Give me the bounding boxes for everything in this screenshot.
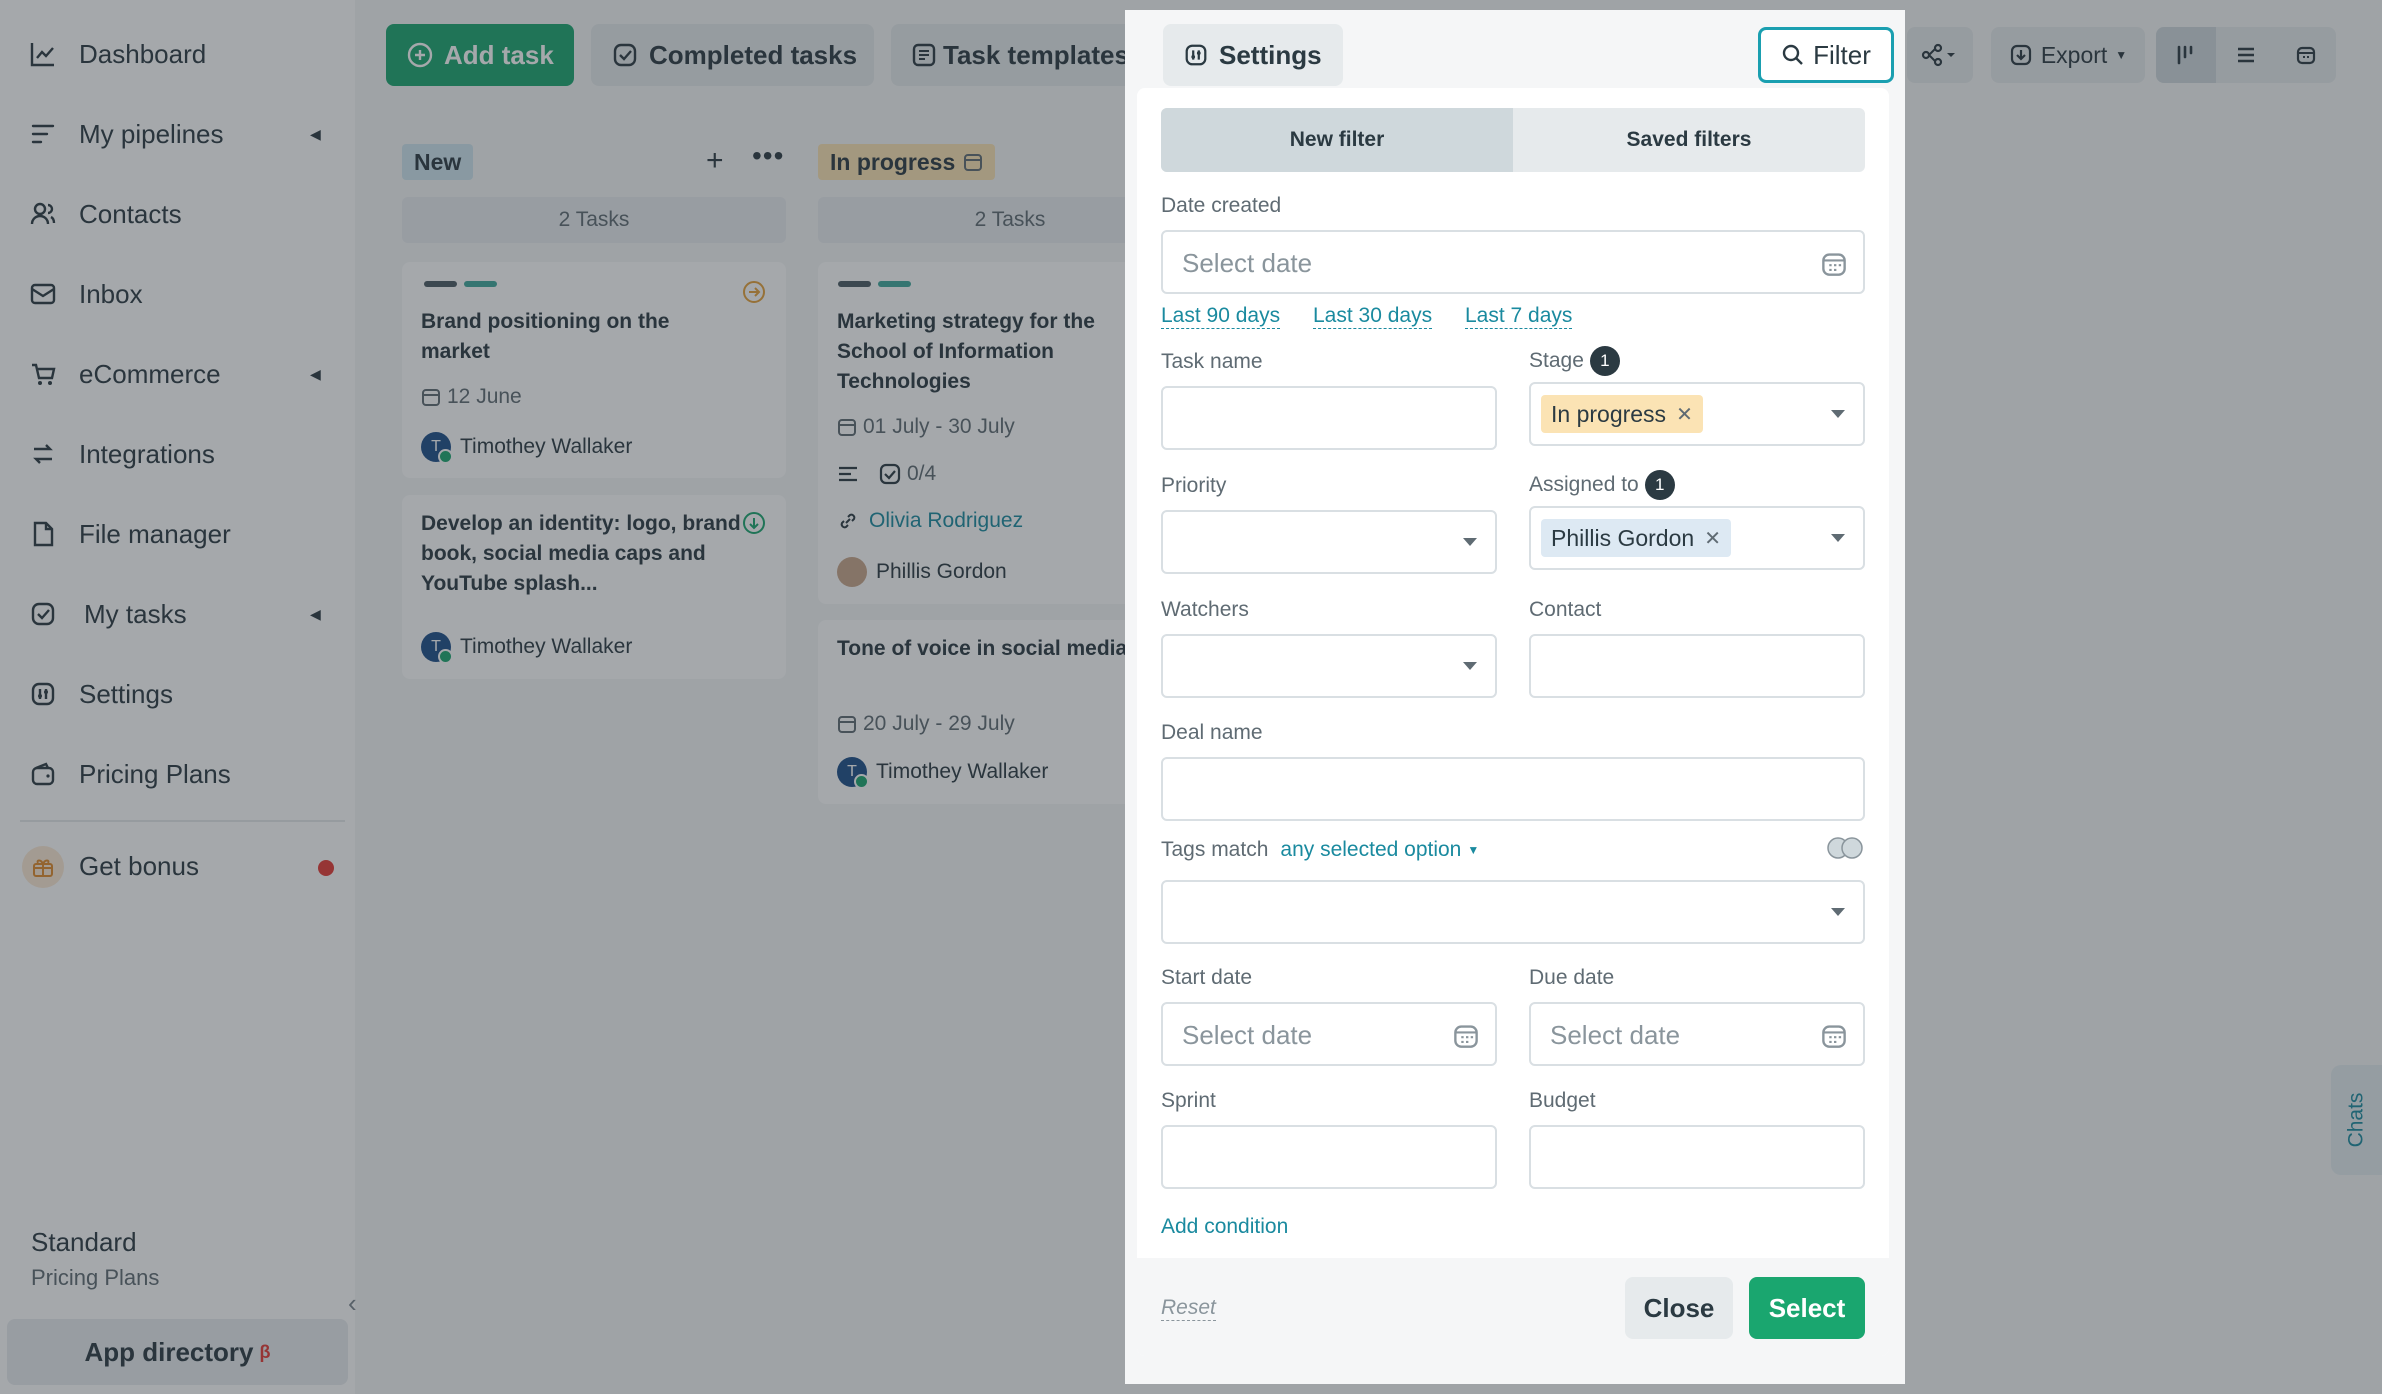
date-placeholder: Select date <box>1182 1020 1313 1050</box>
filter-panel: New filter Saved filters Date created Se… <box>1137 88 1889 1356</box>
start-date-label: Start date <box>1161 966 1253 989</box>
task-name-input[interactable] <box>1161 386 1497 450</box>
watchers-label: Watchers <box>1161 598 1249 621</box>
filter-label: Filter <box>1813 39 1871 70</box>
tags-toggle-icon[interactable] <box>1825 836 1865 860</box>
tags-select[interactable] <box>1161 880 1865 944</box>
filter-tabs: New filter Saved filters <box>1161 108 1865 172</box>
tab-saved-filters[interactable]: Saved filters <box>1513 108 1865 172</box>
watchers-select[interactable] <box>1161 634 1497 698</box>
deal-name-input[interactable] <box>1161 757 1865 821</box>
caret-down-icon: ▼ <box>1467 843 1480 857</box>
date-placeholder: Select date <box>1550 1020 1681 1050</box>
settings-label: Settings <box>1219 39 1322 70</box>
date-placeholder: Select date <box>1182 248 1313 278</box>
chevron-down-icon <box>1463 662 1477 670</box>
priority-select[interactable] <box>1161 510 1497 574</box>
deal-name-label: Deal name <box>1161 721 1263 744</box>
reset-link[interactable]: Reset <box>1161 1296 1216 1321</box>
chevron-down-icon <box>1463 538 1477 546</box>
settings-button[interactable]: Settings <box>1163 24 1343 86</box>
contact-input[interactable] <box>1529 634 1865 698</box>
sprint-input[interactable] <box>1161 1125 1497 1189</box>
stage-select[interactable]: In progress ✕ <box>1529 382 1865 446</box>
stage-count-badge: 1 <box>1589 346 1620 376</box>
select-button[interactable]: Select <box>1749 1277 1865 1339</box>
assignee-chip: Phillis Gordon ✕ <box>1541 519 1731 557</box>
app-root: Dashboard My pipelines ◀ Contacts Inbox … <box>0 0 2382 1394</box>
filter-footer: Reset Close Select <box>1137 1258 1889 1356</box>
due-date-label: Due date <box>1529 966 1615 989</box>
quick-range-90[interactable]: Last 90 days <box>1161 304 1281 329</box>
assigned-to-select[interactable]: Phillis Gordon ✕ <box>1529 506 1865 570</box>
tags-match-dropdown[interactable]: any selected option <box>1280 838 1461 862</box>
close-button[interactable]: Close <box>1625 1277 1733 1339</box>
calendar-icon <box>1822 253 1846 276</box>
stage-label-text: Stage <box>1529 349 1584 372</box>
calendar-icon <box>1822 1025 1846 1048</box>
stage-chip-label: In progress <box>1551 400 1667 427</box>
budget-input[interactable] <box>1529 1125 1865 1189</box>
assigned-count-badge: 1 <box>1644 470 1675 500</box>
task-name-label: Task name <box>1161 350 1263 373</box>
assigned-to-label: Assigned to 1 <box>1529 470 1675 500</box>
remove-chip-icon[interactable]: ✕ <box>1704 526 1721 551</box>
calendar-icon <box>1454 1025 1478 1048</box>
settings-icon <box>1185 44 1207 66</box>
start-date-field[interactable]: Select date <box>1161 1002 1497 1066</box>
add-condition-link[interactable]: Add condition <box>1161 1215 1288 1239</box>
remove-chip-icon[interactable]: ✕ <box>1676 402 1693 427</box>
chevron-down-icon <box>1831 908 1845 916</box>
stage-chip: In progress ✕ <box>1541 395 1703 433</box>
assigned-label-text: Assigned to <box>1529 473 1639 496</box>
budget-label: Budget <box>1529 1089 1596 1112</box>
assignee-chip-label: Phillis Gordon <box>1551 524 1695 551</box>
priority-label: Priority <box>1161 474 1227 497</box>
quick-range-7[interactable]: Last 7 days <box>1465 304 1573 329</box>
tab-new-filter[interactable]: New filter <box>1161 108 1513 172</box>
chevron-down-icon <box>1831 534 1845 542</box>
search-icon <box>1782 44 1803 65</box>
filter-button[interactable]: Filter <box>1758 27 1894 83</box>
due-date-field[interactable]: Select date <box>1529 1002 1865 1066</box>
contact-label: Contact <box>1529 598 1602 621</box>
sprint-label: Sprint <box>1161 1089 1216 1112</box>
tags-match-text: Tags match <box>1161 838 1269 861</box>
tags-match-label: Tags match any selected option ▼ <box>1161 838 1479 862</box>
chevron-down-icon <box>1831 410 1845 418</box>
stage-label: Stage 1 <box>1529 346 1620 376</box>
date-created-label: Date created <box>1161 194 1282 217</box>
quick-range-30[interactable]: Last 30 days <box>1313 304 1433 329</box>
date-created-field[interactable]: Select date <box>1161 230 1865 294</box>
